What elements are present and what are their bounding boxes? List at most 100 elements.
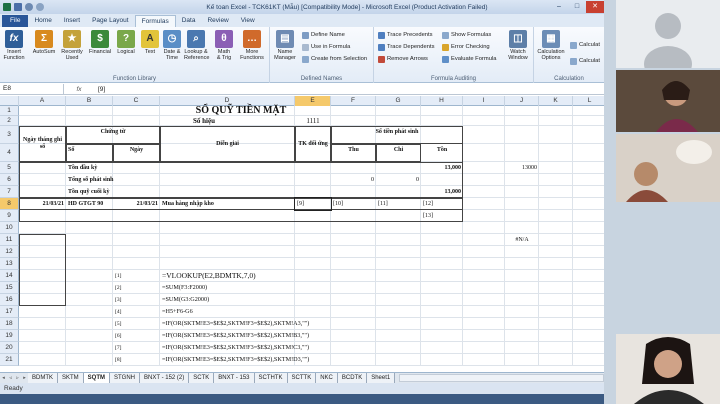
row-header-1[interactable]: 1: [0, 106, 19, 116]
row-header-13[interactable]: 13: [0, 258, 19, 270]
worksheet-grid[interactable]: ABCDEFGHIJKL 1 2 3 4 5 6 7 8 9 10 11 12 13 14 15 16 17 18…: [0, 96, 604, 372]
cell-b7[interactable]: Tồn quỹ cuối kỳ: [68, 186, 158, 198]
close-button[interactable]: ✕: [586, 1, 604, 13]
create-from-selection-button[interactable]: Create from Selection: [302, 54, 367, 64]
sheet-tab-scttk[interactable]: SCTTK: [287, 373, 317, 383]
insert-function-button[interactable]: fx Insert Function: [2, 30, 26, 61]
row-header-8[interactable]: 8: [0, 198, 19, 210]
cell-c18[interactable]: [5]: [115, 318, 158, 330]
minimize-button[interactable]: –: [550, 1, 568, 13]
trace-precedents-button[interactable]: Trace Precedents: [378, 30, 433, 40]
cell-a3[interactable]: Ngày tháng ghi sổ: [21, 126, 64, 162]
cell-f6[interactable]: 0: [333, 174, 374, 186]
recently-used-button[interactable]: ★ Recently Used: [60, 30, 84, 61]
date-time-button[interactable]: ◷ Date & Time: [160, 30, 184, 61]
first-sheet-icon[interactable]: ◂: [0, 375, 7, 381]
row-header-20[interactable]: 20: [0, 342, 19, 354]
cell-b6[interactable]: Tổng số phát sinh: [68, 174, 158, 186]
sheet-title[interactable]: SỔ QUỸ TIỀN MẶT: [21, 106, 461, 116]
formula-text-d19[interactable]: =IF(OR(SKTM!E3=$E$2,SKTM!F3=$E$2),SKTM!B…: [162, 330, 374, 342]
tab-formulas[interactable]: Formulas: [134, 15, 176, 27]
prev-sheet-icon[interactable]: ◃: [7, 375, 14, 381]
row-header-15[interactable]: 15: [0, 282, 19, 294]
cell-g6[interactable]: 0: [378, 174, 419, 186]
cell-c15[interactable]: [2]: [115, 282, 158, 294]
column-header-h[interactable]: H: [421, 96, 463, 106]
tab-data[interactable]: Data: [176, 15, 202, 27]
row-header-11[interactable]: 11: [0, 234, 19, 246]
sheet-tab-sheet1[interactable]: Sheet1: [367, 373, 396, 383]
row-header-6[interactable]: 6: [0, 174, 19, 186]
cell-c17[interactable]: [4]: [115, 306, 158, 318]
cell-b8[interactable]: HD GTGT 90: [68, 198, 111, 210]
remove-arrows-button[interactable]: Remove Arrows: [378, 54, 428, 64]
name-manager-button[interactable]: ▤ Name Manager: [273, 30, 297, 61]
cell-d3[interactable]: Diễn giải: [162, 126, 293, 162]
formula-text-d18[interactable]: =IF(OR(SKTM!E3=$E$2,SKTM!F3=$E$2),SKTM!A…: [162, 318, 374, 330]
financial-button[interactable]: $ Financial: [88, 30, 112, 55]
error-checking-button[interactable]: Error Checking: [442, 42, 490, 52]
selected-cell-e8[interactable]: [294, 197, 332, 211]
cell-b3[interactable]: Chứng từ: [68, 126, 158, 144]
row-header-21[interactable]: 21: [0, 354, 19, 366]
evaluate-formula-button[interactable]: Evaluate Formula: [442, 54, 496, 64]
sheet-tab-bcdtk[interactable]: BCDTK: [337, 373, 368, 383]
lookup-reference-button[interactable]: ⌕ Lookup & Reference: [184, 30, 209, 61]
formula-input[interactable]: [9]: [94, 86, 105, 93]
sheet-tab-bdmtk[interactable]: BDMTK: [28, 373, 58, 383]
cell-c2[interactable]: Số hiệu: [115, 116, 293, 126]
cell-h8[interactable]: [12]: [423, 198, 461, 210]
sheet-tab-bnxt-152-2-[interactable]: BNXT - 152 (2): [140, 373, 190, 383]
cell-c21[interactable]: [8]: [115, 354, 158, 366]
cell-b5[interactable]: Tồn đầu kỳ: [68, 162, 158, 174]
horizontal-scrollbar[interactable]: [399, 374, 604, 382]
row-header-3[interactable]: 3: [0, 126, 19, 144]
column-header-g[interactable]: G: [376, 96, 421, 106]
select-all-corner[interactable]: [0, 96, 19, 106]
row-header-19[interactable]: 19: [0, 330, 19, 342]
cell-j11[interactable]: #N/A: [507, 234, 537, 246]
formula-text-d14[interactable]: =VLOOKUP(E2,BDMTK,7,0): [162, 270, 374, 282]
tab-page-layout[interactable]: Page Layout: [86, 15, 135, 27]
last-sheet-icon[interactable]: ▸: [21, 375, 28, 381]
row-header-17[interactable]: 17: [0, 306, 19, 318]
formula-text-d17[interactable]: =H5+F6-G6: [162, 306, 374, 318]
sheet-tab-bnxt-153[interactable]: BNXT - 153: [214, 373, 255, 383]
cell-d8[interactable]: Mua hàng nhập kho: [162, 198, 293, 210]
cell-f8[interactable]: [10]: [333, 198, 374, 210]
formula-text-d16[interactable]: =SUM(G3:G2000): [162, 294, 374, 306]
tab-view[interactable]: View: [235, 15, 261, 27]
use-in-formula-button[interactable]: Use in Formula: [302, 42, 350, 52]
next-sheet-icon[interactable]: ▹: [14, 375, 21, 381]
row-header-14[interactable]: 14: [0, 270, 19, 282]
column-header-e[interactable]: E: [295, 96, 331, 106]
cell-c16[interactable]: [3]: [115, 294, 158, 306]
calculate-now-button[interactable]: Calculat: [570, 40, 600, 50]
tab-home[interactable]: Home: [28, 15, 57, 27]
cell-h4[interactable]: Tồn: [423, 144, 461, 162]
save-icon[interactable]: [14, 3, 22, 11]
maximize-button[interactable]: □: [568, 1, 586, 13]
column-header-l[interactable]: L: [573, 96, 604, 106]
cell-j5[interactable]: 13000: [507, 162, 537, 174]
cell-e2[interactable]: 1111: [297, 116, 329, 126]
trace-dependents-button[interactable]: Trace Dependents: [378, 42, 434, 52]
tab-file[interactable]: File: [2, 15, 29, 27]
cell-g4[interactable]: Chi: [378, 144, 419, 162]
cell-c20[interactable]: [7]: [115, 342, 158, 354]
column-header-j[interactable]: J: [505, 96, 539, 106]
watch-window-button[interactable]: ◫ Watch Window: [506, 30, 530, 61]
name-box[interactable]: E8: [0, 84, 64, 94]
math-trig-button[interactable]: θ Math & Trig: [212, 30, 236, 61]
show-formulas-button[interactable]: Show Formulas: [442, 30, 491, 40]
cell-h5[interactable]: 13,000: [423, 162, 462, 174]
cell-h7[interactable]: 13,000: [423, 186, 462, 198]
cell-c19[interactable]: [6]: [115, 330, 158, 342]
sheet-tab-scthtk[interactable]: SCTHTK: [254, 373, 288, 383]
column-header-a[interactable]: A: [19, 96, 66, 106]
row-header-16[interactable]: 16: [0, 294, 19, 306]
sheet-tab-nkc[interactable]: NKC: [316, 373, 338, 383]
row-header-9[interactable]: 9: [0, 210, 19, 222]
cell-b4[interactable]: Số: [68, 144, 111, 162]
column-header-k[interactable]: K: [539, 96, 573, 106]
